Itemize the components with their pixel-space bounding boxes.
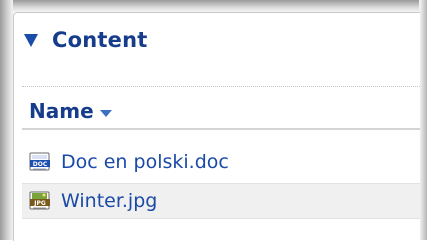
section-title[interactable]: Content	[52, 28, 147, 52]
jpg-file-icon[interactable]: JPG	[29, 191, 51, 211]
column-header-divider	[22, 128, 420, 130]
collapse-triangle-icon[interactable]	[24, 33, 38, 47]
sort-descending-icon[interactable]	[99, 109, 112, 117]
doc-file-icon[interactable]: DOC	[29, 152, 51, 172]
content-panel: Content Name DOC Doc en polski.doc JPG W…	[13, 12, 420, 241]
section-header[interactable]: Content	[24, 25, 147, 55]
file-name-link[interactable]: Doc en polski.doc	[61, 151, 229, 173]
file-row[interactable]: DOC Doc en polski.doc	[22, 144, 420, 180]
content-window: Content Name DOC Doc en polski.doc JPG W…	[0, 0, 427, 241]
svg-text:JPG: JPG	[33, 200, 46, 207]
section-divider	[22, 86, 420, 87]
window-shadow-left	[0, 0, 13, 240]
window-shadow-top	[0, 0, 427, 12]
file-name-link[interactable]: Winter.jpg	[61, 190, 157, 212]
column-header-label[interactable]: Name	[29, 99, 94, 123]
file-row[interactable]: JPG Winter.jpg	[22, 183, 420, 219]
column-header-name[interactable]: Name	[29, 96, 112, 126]
window-shadow-right	[419, 0, 427, 240]
svg-text:DOC: DOC	[33, 161, 48, 168]
